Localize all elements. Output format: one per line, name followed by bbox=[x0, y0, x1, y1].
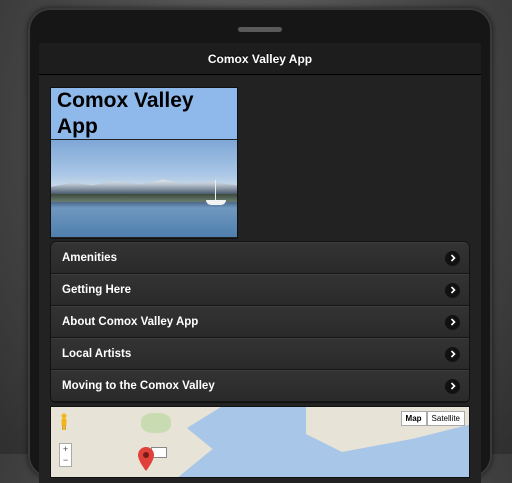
map-land bbox=[51, 407, 221, 477]
banner-title: Comox Valley App bbox=[51, 88, 237, 140]
harbour-photo bbox=[51, 140, 237, 237]
menu-item-label: Moving to the Comox Valley bbox=[62, 380, 215, 392]
menu-item-label: About Comox Valley App bbox=[62, 316, 199, 328]
menu-item-about[interactable]: About Comox Valley App bbox=[51, 306, 469, 338]
map-view-button[interactable]: Map bbox=[400, 411, 427, 426]
chevron-right-icon bbox=[445, 282, 460, 298]
chevron-right-icon bbox=[445, 346, 460, 362]
menu-item-label: Amenities bbox=[62, 252, 117, 264]
menu-item-local-artists[interactable]: Local Artists bbox=[51, 338, 469, 370]
satellite-view-button[interactable]: Satellite bbox=[426, 411, 465, 426]
map-pin-icon[interactable] bbox=[138, 447, 154, 471]
main-content: Comox Valley App Amenities Getting Here bbox=[39, 75, 481, 478]
chevron-right-icon bbox=[445, 250, 460, 266]
zoom-out-button[interactable]: − bbox=[60, 455, 71, 466]
app-header: Comox Valley App bbox=[39, 43, 481, 75]
menu-item-moving[interactable]: Moving to the Comox Valley bbox=[51, 370, 469, 402]
zoom-in-button[interactable]: + bbox=[60, 444, 71, 455]
chevron-right-icon bbox=[445, 314, 460, 330]
mountains-shape bbox=[51, 179, 237, 194]
chevron-right-icon bbox=[445, 378, 460, 394]
phone-frame: Comox Valley App Comox Valley App Amenit… bbox=[28, 8, 492, 483]
menu-item-getting-here[interactable]: Getting Here bbox=[51, 274, 469, 306]
app-screen: Comox Valley App Comox Valley App Amenit… bbox=[39, 43, 481, 483]
speaker-slot bbox=[238, 27, 282, 32]
menu-item-label: Local Artists bbox=[62, 348, 132, 360]
pegman-icon[interactable] bbox=[59, 413, 69, 431]
boat-shape bbox=[206, 200, 226, 205]
boat-mast bbox=[215, 180, 216, 200]
embedded-map[interactable]: + − Map Satellite bbox=[50, 406, 470, 478]
map-park bbox=[141, 413, 171, 433]
map-type-control: Map Satellite bbox=[400, 411, 465, 426]
page-title: Comox Valley App bbox=[207, 51, 313, 66]
banner-image: Comox Valley App bbox=[50, 87, 238, 239]
menu-item-label: Getting Here bbox=[62, 284, 132, 296]
menu-item-amenities[interactable]: Amenities bbox=[51, 242, 469, 274]
zoom-control: + − bbox=[59, 443, 72, 467]
menu-list: Amenities Getting Here About Comox Valle… bbox=[50, 241, 470, 403]
